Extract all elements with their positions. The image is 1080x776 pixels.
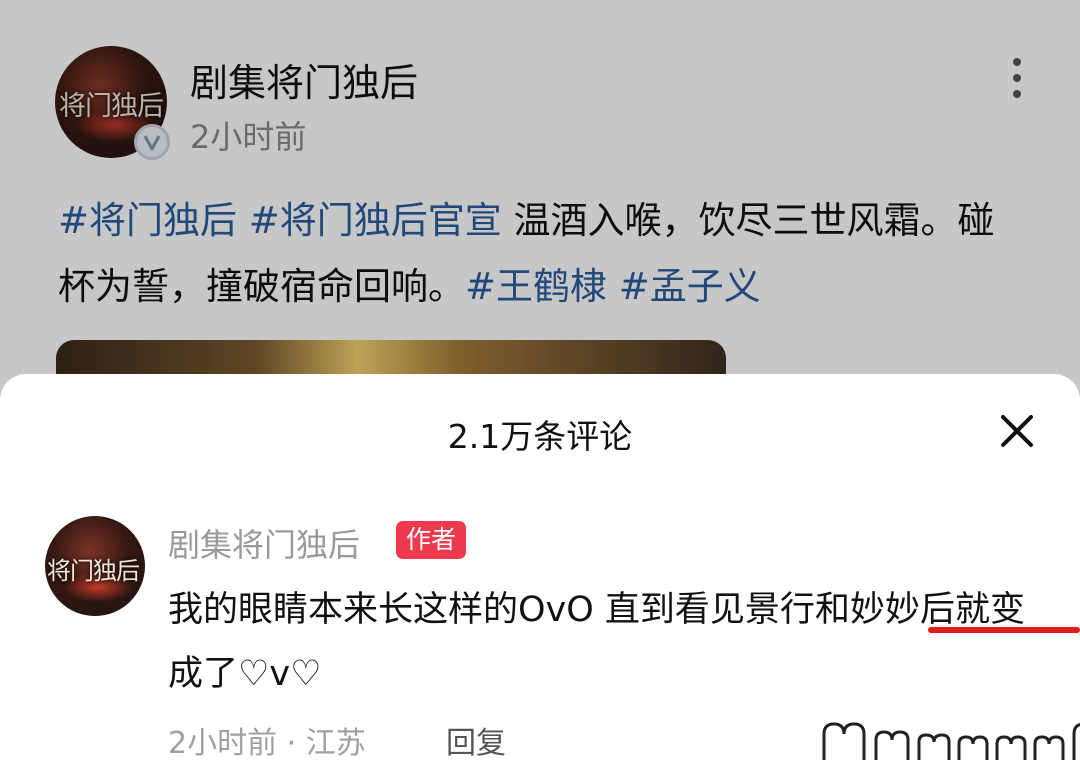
reaction-icon[interactable]: [1070, 720, 1080, 762]
comment-avatar-text: 将门独后: [47, 557, 140, 585]
reaction-icon[interactable]: [994, 734, 1028, 762]
comments-count-title: 2.1万条评论: [447, 417, 633, 456]
close-x-icon: [1001, 415, 1033, 447]
reaction-icon[interactable]: [956, 734, 990, 762]
reaction-icons[interactable]: [820, 712, 1080, 762]
reaction-icon[interactable]: [916, 732, 952, 762]
comment-avatar[interactable]: 将门独后: [45, 516, 145, 616]
comments-sheet: 2.1万条评论 将门独后 剧集将门独后 作者 我的眼睛本来长这样的OvO 直到看…: [0, 374, 1080, 776]
reaction-icon[interactable]: [820, 720, 868, 762]
red-underline-annotation: [928, 627, 1080, 633]
comment-author-name[interactable]: 剧集将门独后: [168, 520, 360, 566]
reaction-icon[interactable]: [872, 728, 912, 762]
comment-meta: 2小时前 · 江苏: [168, 726, 366, 761]
close-button[interactable]: [994, 408, 1040, 454]
author-badge: 作者: [396, 521, 467, 559]
reaction-icon[interactable]: [1032, 734, 1066, 762]
reply-button[interactable]: 回复: [446, 718, 506, 762]
comment-text: 我的眼睛本来长这样的OvO 直到看见景行和妙妙后就变成了♡v♡: [168, 590, 1025, 694]
